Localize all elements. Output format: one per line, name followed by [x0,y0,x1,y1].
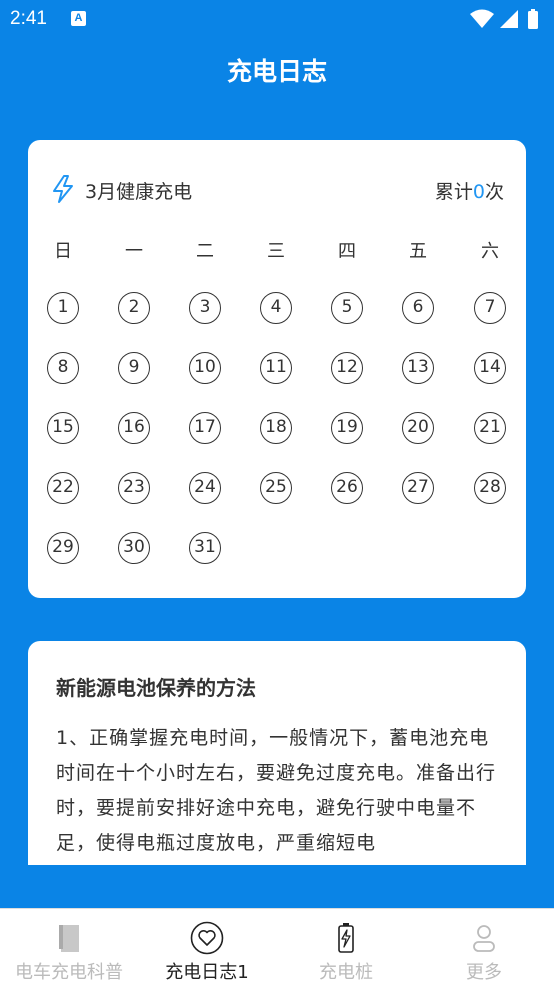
book-icon [59,925,79,952]
calendar-day[interactable]: 3 [189,292,221,324]
calendar-header: 3月健康充电 累计0次 [50,174,504,204]
tab-label: 充电日志1 [165,962,249,983]
calendar-day[interactable]: 16 [118,412,150,444]
calendar-day[interactable]: 9 [118,352,150,384]
calendar-day[interactable]: 11 [260,352,292,384]
battery-icon [528,11,538,29]
calendar-day[interactable]: 13 [402,352,434,384]
calendar-day[interactable]: 5 [331,292,363,324]
tips-title: 新能源电池保养的方法 [56,676,256,700]
status-time: 2:41 [10,8,47,29]
calendar-day[interactable]: 26 [331,472,363,504]
calendar-day[interactable]: 10 [189,352,221,384]
calendar-day[interactable]: 15 [47,412,79,444]
total-suffix: 次 [484,181,504,203]
weekday-label: 二 [196,241,214,262]
person-icon [473,925,495,952]
calendar-day[interactable]: 19 [331,412,363,444]
page-title: 充电日志 [226,57,327,86]
tab-label: 更多 [466,962,502,983]
bottom-tab-bar: 电车充电科普 充电日志1 充电桩 更多 [0,908,554,984]
tips-body: 1、正确掌握充电时间，一般情况下，蓄电池充电时间在十个小时左右，要避免过度充电。… [56,727,497,854]
status-icons [470,9,538,29]
total-count: 0 [472,181,485,203]
calendar-day[interactable]: 23 [118,472,150,504]
calendar-day[interactable]: 17 [189,412,221,444]
calendar-day[interactable]: 22 [47,472,79,504]
tab-label: 电车充电科普 [15,962,123,983]
calendar-day[interactable]: 25 [260,472,292,504]
calendar-day[interactable]: 27 [402,472,434,504]
weekday-label: 一 [125,241,143,262]
heart-icon [190,921,224,955]
calendar-day[interactable]: 28 [474,472,506,504]
tab-more[interactable]: 更多 [415,909,553,984]
calendar-day[interactable]: 12 [331,352,363,384]
calendar-day[interactable]: 4 [260,292,292,324]
total-prefix: 累计 [434,181,473,203]
calendar-day[interactable]: 24 [189,472,221,504]
calendar-day[interactable]: 2 [118,292,150,324]
calendar-day[interactable]: 21 [474,412,506,444]
tab-charge-log[interactable]: 充电日志1 [138,909,276,984]
weekday-label: 四 [338,241,356,262]
weekday-label: 五 [409,241,427,262]
weekday-label: 日 [54,241,72,262]
notification-app-icon: A [71,11,86,26]
calendar-day[interactable]: 18 [260,412,292,444]
tab-science[interactable]: 电车充电科普 [0,909,138,984]
calendar-day[interactable]: 31 [189,532,221,564]
tab-charging-station[interactable]: 充电桩 [277,909,415,984]
calendar-day[interactable]: 7 [474,292,506,324]
calendar-day[interactable]: 8 [47,352,79,384]
calendar-day[interactable]: 20 [402,412,434,444]
charge-total: 累计0次 [435,177,504,204]
tab-label: 充电桩 [319,962,373,983]
tips-card[interactable]: 新能源电池保养的方法 1、正确掌握充电时间，一般情况下，蓄电池充电时间在十个小时… [28,641,526,865]
battery-charging-icon [338,923,354,953]
calendar-card: 3月健康充电 累计0次 日一二三四五六 1 2 3 4 5 6 7 8 9 10 11 12 13 14 15… [28,140,526,598]
signal-icon [500,10,518,28]
weekday-label: 三 [267,241,285,262]
weekday-label: 六 [481,241,499,262]
calendar-day[interactable]: 14 [474,352,506,384]
calendar-day[interactable]: 29 [47,532,79,564]
calendar-title: 3月健康充电 [85,181,193,203]
calendar-day[interactable]: 6 [402,292,434,324]
calendar-day[interactable]: 1 [47,292,79,324]
lightning-bolt-icon [53,175,73,203]
wifi-icon [470,9,494,28]
calendar-day[interactable]: 30 [118,532,150,564]
status-bar: 2:41 A [0,0,554,36]
